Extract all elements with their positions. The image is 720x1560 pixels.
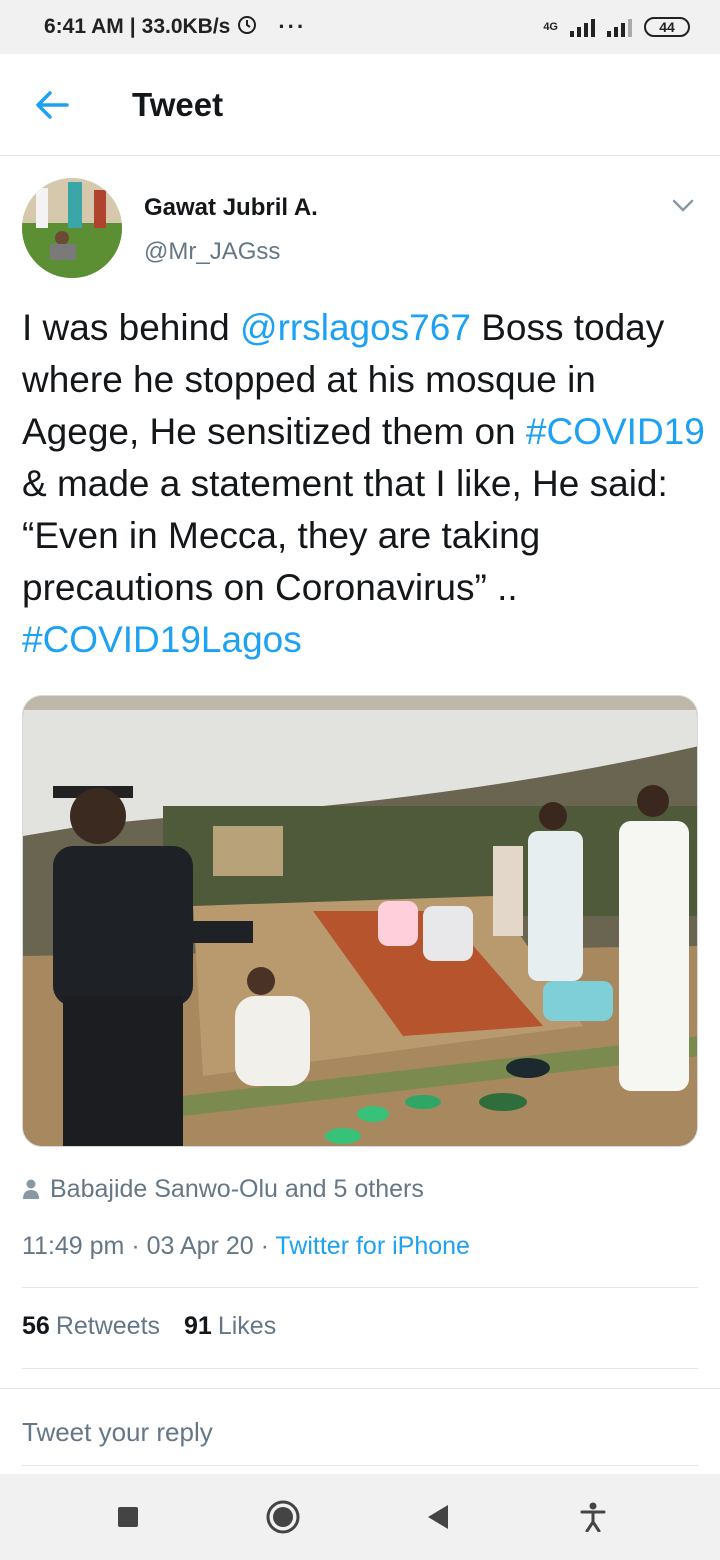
accessibility-icon — [580, 1502, 605, 1532]
home-button[interactable] — [253, 1487, 313, 1547]
page-title: Tweet — [132, 85, 224, 123]
hashtag-link[interactable]: #COVID19 — [526, 411, 705, 452]
tweet-meta: 11:49 pm · 03 Apr 20 · Twitter for iPhon… — [22, 1232, 470, 1261]
status-time: 6:41 AM — [44, 15, 124, 38]
divider — [22, 1287, 698, 1288]
tweet-author: Gawat Jubril A. @Mr_JAGss — [22, 178, 698, 278]
reply-underline — [22, 1465, 698, 1466]
network-label: 4G — [543, 21, 558, 33]
liked-by-text: Babajide Sanwo-Olu and 5 others — [50, 1174, 424, 1203]
signal-icon — [570, 17, 595, 37]
tweet-photo[interactable] — [22, 695, 698, 1147]
status-right: 4G 44 — [543, 17, 690, 37]
tweet-options-button[interactable] — [668, 194, 698, 218]
back-arrow-icon — [36, 90, 69, 119]
avatar[interactable] — [22, 178, 122, 278]
reply-bar: Tweet your reply — [0, 1388, 720, 1474]
square-icon — [117, 1507, 138, 1527]
status-speed: 33.0KB/s — [141, 15, 231, 38]
tweet-source-link[interactable]: Twitter for iPhone — [275, 1232, 470, 1260]
alarm-icon — [236, 13, 258, 41]
tweet-stats: 56 Retweets 91 Likes — [22, 1312, 276, 1341]
app-header: Tweet — [0, 54, 720, 156]
author-handle[interactable]: @Mr_JAGss — [144, 238, 280, 266]
status-left: 6:41 AM | 33.0KB/s ··· — [44, 13, 307, 41]
recents-button[interactable] — [98, 1487, 158, 1547]
author-name[interactable]: Gawat Jubril A. — [144, 194, 318, 222]
circle-home-icon — [266, 1500, 299, 1534]
retweets-stat[interactable]: 56 Retweets — [22, 1312, 160, 1341]
system-nav-bar — [0, 1474, 720, 1560]
accessibility-button[interactable] — [563, 1487, 623, 1547]
mention-link[interactable]: @rrslagos767 — [240, 307, 471, 348]
triangle-back-icon — [427, 1505, 448, 1529]
reply-input[interactable]: Tweet your reply — [22, 1417, 213, 1448]
divider — [22, 1368, 698, 1369]
likes-stat[interactable]: 91 Likes — [184, 1312, 276, 1341]
person-icon — [23, 1179, 39, 1199]
tweet-timestamp: 11:49 pm · 03 Apr 20 · — [22, 1232, 276, 1260]
status-bar: 6:41 AM | 33.0KB/s ··· 4G 44 — [0, 0, 720, 54]
back-button[interactable] — [22, 75, 82, 135]
back-nav-button[interactable] — [408, 1487, 468, 1547]
photo-image — [23, 696, 697, 1146]
avatar-image — [22, 178, 122, 278]
signal-icon-2 — [607, 17, 632, 37]
chevron-down-icon — [672, 199, 694, 212]
status-more: ··· — [278, 14, 307, 39]
battery-icon: 44 — [644, 17, 690, 37]
liked-by[interactable]: Babajide Sanwo-Olu and 5 others — [22, 1172, 424, 1206]
tweet-text: I was behind @rrslagos767 Boss today whe… — [22, 307, 705, 660]
hashtag-link[interactable]: #COVID19Lagos — [22, 619, 302, 660]
